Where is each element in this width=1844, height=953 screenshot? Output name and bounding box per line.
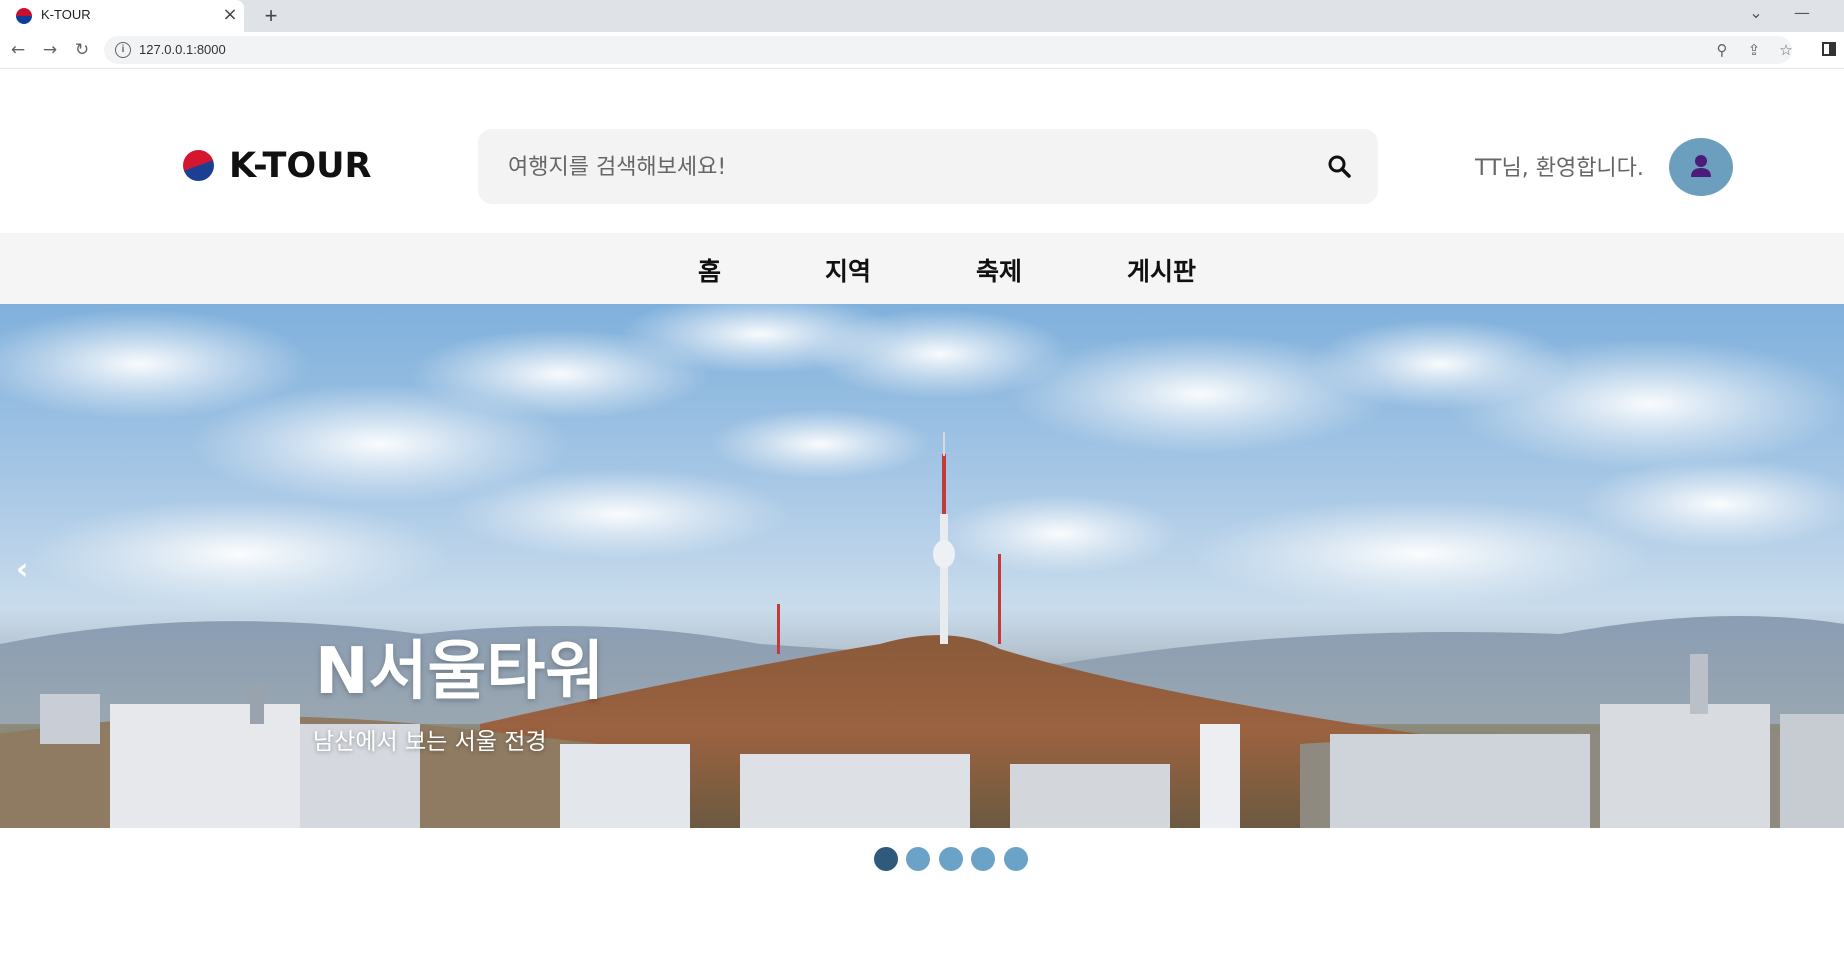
carousel-dot-4[interactable] [971,847,995,871]
main-nav: 홈 지역 축제 게시판 [0,233,1844,304]
back-arrow-icon[interactable]: ← [6,38,30,62]
user-icon [1691,155,1711,177]
zoom-icon[interactable]: ⚲ [1712,40,1732,60]
share-icon[interactable]: ⇪ [1744,40,1764,60]
welcome-message: TT님, 환영합니다. [1475,156,1644,181]
browser-tab-bar: K-TOUR × + ⌄ — [0,0,1844,32]
minimize-button[interactable]: — [1782,0,1822,28]
tab-close-icon[interactable]: × [219,3,241,27]
carousel-dot-5[interactable] [1004,847,1028,871]
taegeuk-logo-icon [183,150,214,181]
carousel-dot-2[interactable] [906,847,930,871]
new-tab-button[interactable]: + [257,2,285,30]
favicon-icon [16,8,32,24]
nav-item-festival[interactable]: 축제 [976,252,1022,288]
logo-text: K-TOUR [229,146,372,186]
tab-search-icon[interactable]: ⌄ [1736,0,1776,28]
nav-item-board[interactable]: 게시판 [1127,252,1196,288]
search-icon[interactable] [1324,151,1356,183]
slide-title: N서울타워 [315,635,605,709]
forward-arrow-icon[interactable]: → [38,38,62,62]
prev-slide-arrow[interactable]: ‹ [16,552,28,587]
nav-item-region[interactable]: 지역 [825,252,871,288]
browser-tab[interactable]: K-TOUR × [0,0,244,32]
slide-subtitle: 남산에서 보는 서울 전경 [313,729,547,755]
namsan-tower-image [0,304,1844,828]
reload-icon[interactable]: ↻ [70,38,94,62]
star-icon[interactable]: ☆ [1776,40,1796,60]
url-text[interactable]: 127.0.0.1:8000 [139,42,226,57]
search-bar [478,129,1378,204]
address-bar[interactable]: i 127.0.0.1:8000 ⚲ ⇪ ☆ [104,36,1793,64]
nav-item-home[interactable]: 홈 [698,252,721,288]
tab-title: K-TOUR [41,7,91,22]
side-panel-icon[interactable] [1822,42,1836,56]
user-avatar-button[interactable] [1669,138,1733,196]
info-icon[interactable]: i [115,42,131,58]
carousel-dot-3[interactable] [939,847,963,871]
carousel-dot-1[interactable] [874,847,898,871]
search-input[interactable] [506,147,1290,187]
hero-slide: ‹ N서울타워 남산에서 보는 서울 전경 [0,304,1844,828]
browser-toolbar: ← → ↻ i 127.0.0.1:8000 ⚲ ⇪ ☆ [0,32,1844,69]
